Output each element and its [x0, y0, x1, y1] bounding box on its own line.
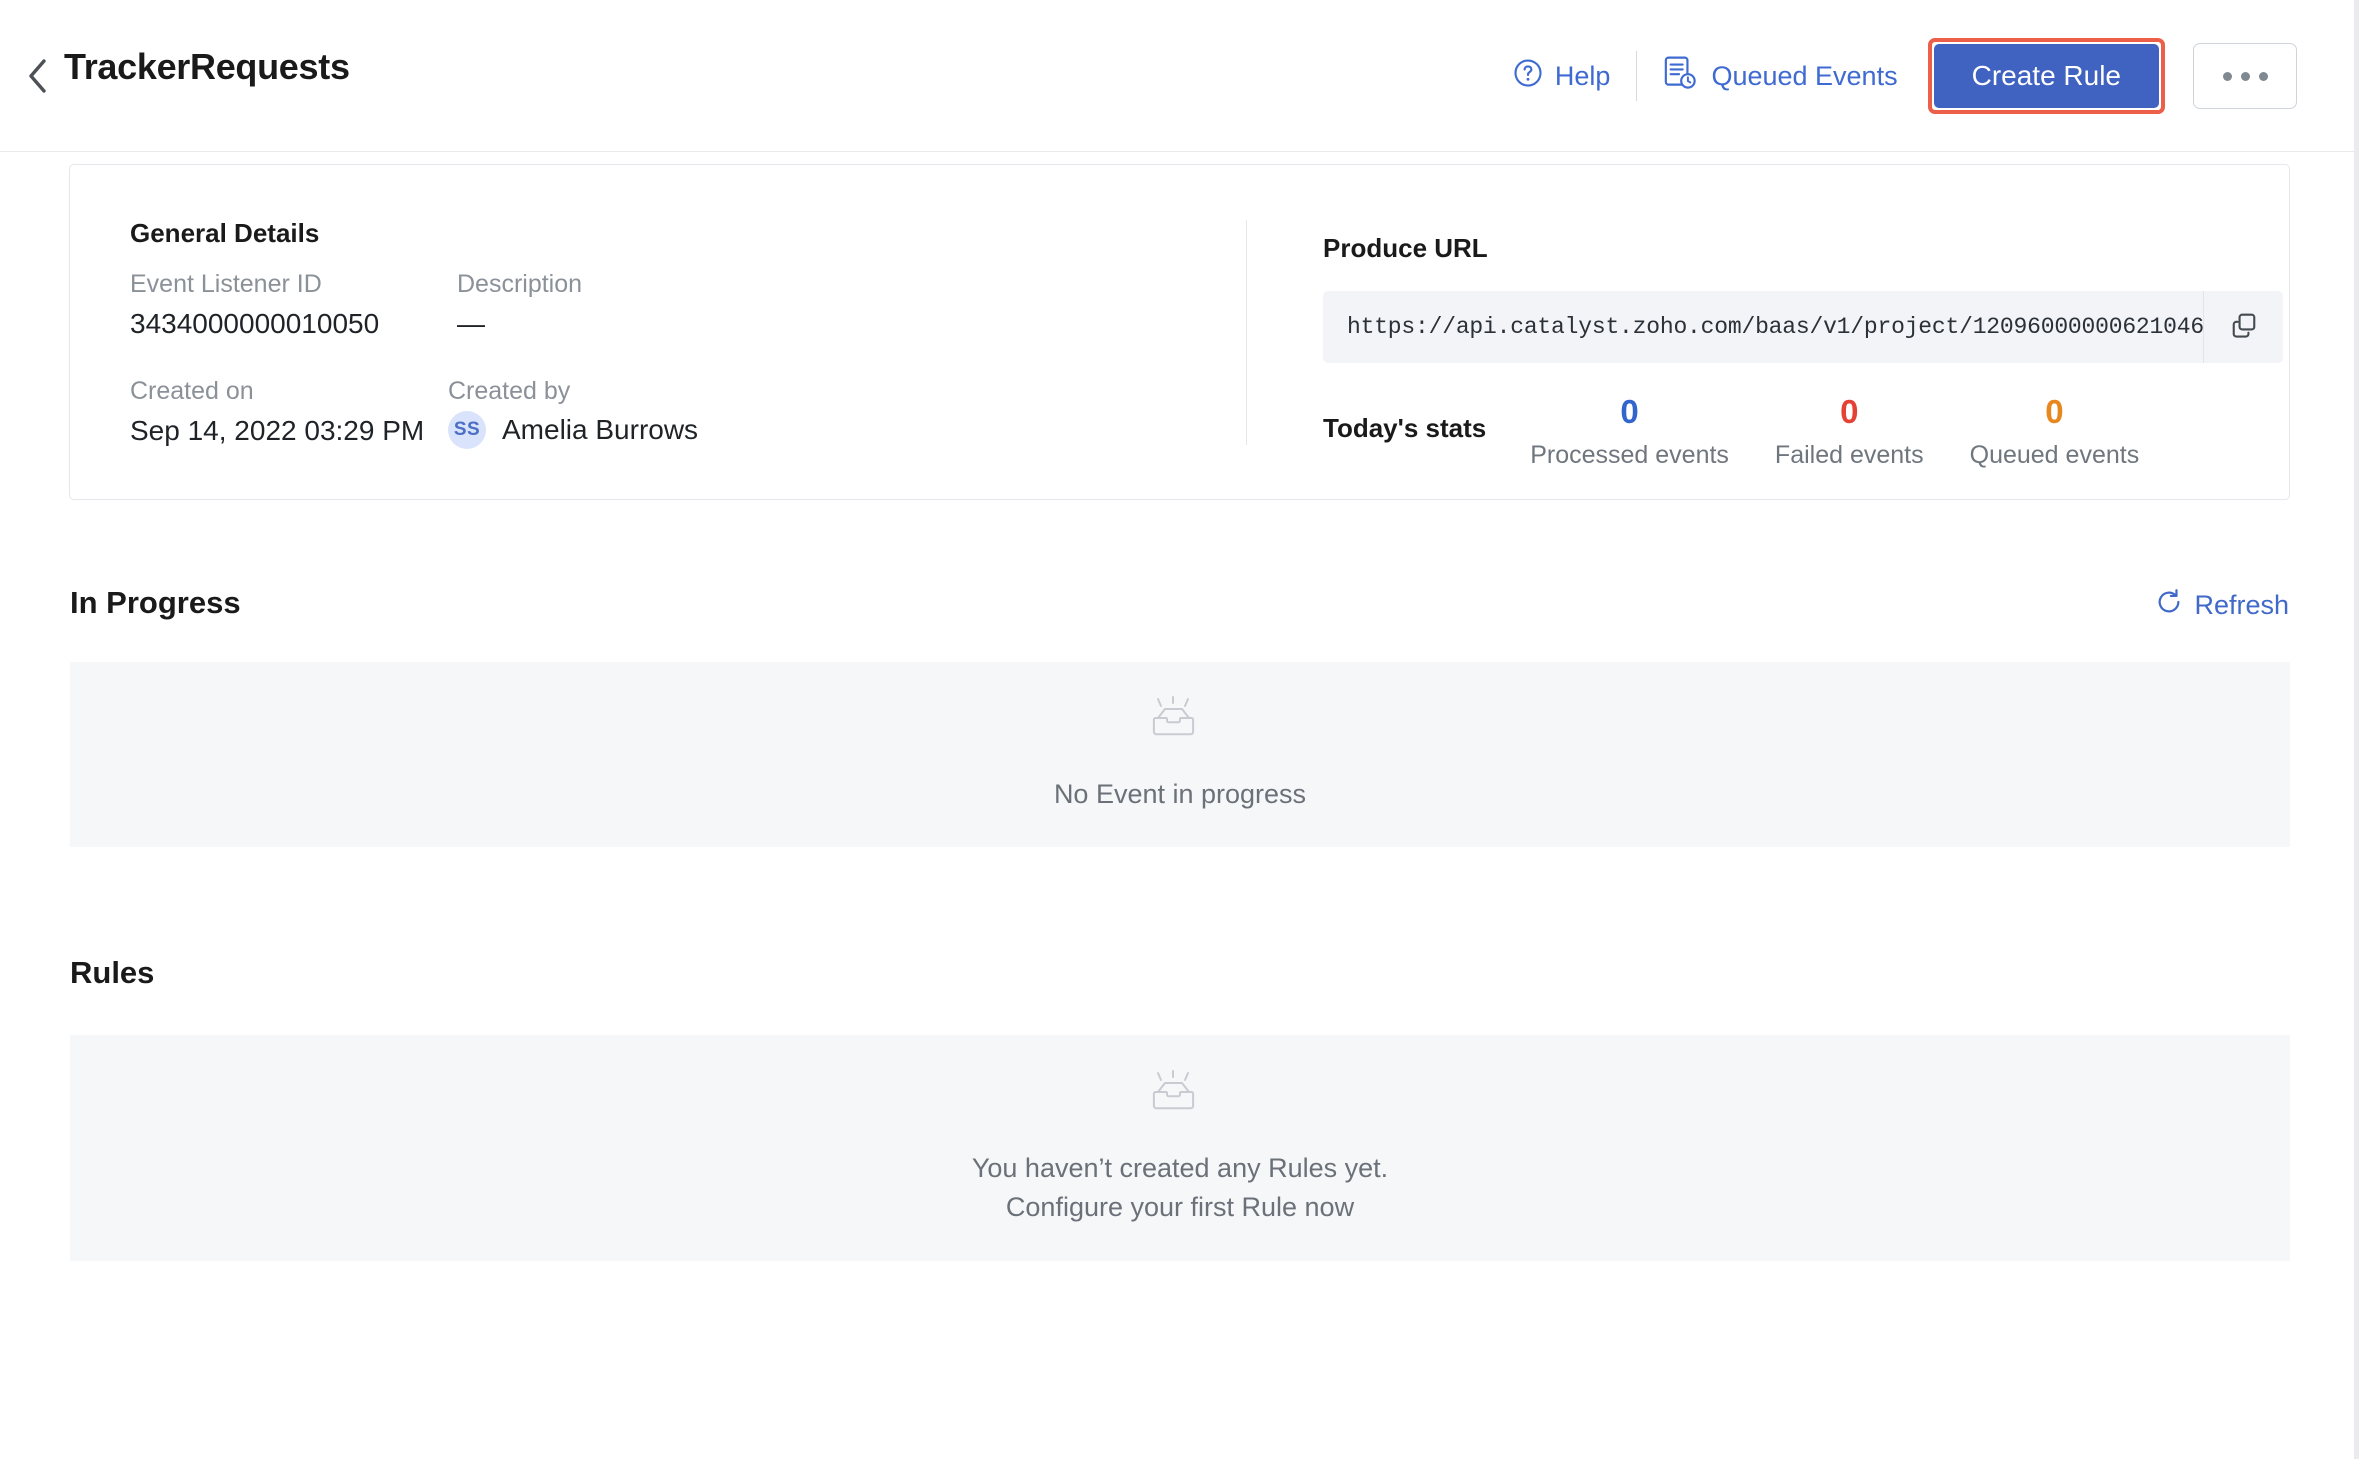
empty-tray-icon: [1149, 696, 1211, 753]
produce-url-label: Produce URL: [1323, 233, 1488, 264]
chevron-left-icon: [26, 58, 48, 94]
stat-queued-events: 0 Queued events: [1970, 393, 2140, 470]
queued-events-label: Queued Events: [1711, 61, 1897, 92]
stat-failed-value: 0: [1840, 393, 1858, 431]
general-details-title: General Details: [130, 218, 319, 249]
stat-failed-events: 0 Failed events: [1775, 393, 1924, 470]
copy-url-button[interactable]: [2203, 291, 2283, 363]
more-options-button[interactable]: [2193, 43, 2297, 109]
created-on-label: Created on: [130, 377, 254, 406]
document-clock-icon: [1663, 55, 1697, 98]
created-on-value: Sep 14, 2022 03:29 PM: [130, 415, 424, 447]
rules-empty-text-line1: You haven’t created any Rules yet.: [972, 1149, 1388, 1187]
general-details-right: Produce URL https://api.catalyst.zoho.co…: [1323, 165, 2283, 499]
created-by-value: Amelia Burrows: [502, 414, 698, 446]
header-divider: [1636, 51, 1637, 101]
todays-stats-title: Today's stats: [1323, 413, 1486, 470]
card-vertical-divider: [1246, 220, 1247, 445]
ellipsis-icon: [2223, 72, 2268, 81]
queued-events-button[interactable]: Queued Events: [1663, 55, 1897, 98]
help-label: Help: [1555, 61, 1611, 92]
page-header: TrackerRequests Help: [0, 0, 2359, 152]
stat-failed-label: Failed events: [1775, 441, 1924, 470]
description-label: Description: [457, 270, 582, 299]
rules-empty-text: You haven’t created any Rules yet. Confi…: [972, 1149, 1388, 1226]
help-button[interactable]: Help: [1513, 58, 1611, 95]
event-listener-id-label: Event Listener ID: [130, 270, 322, 299]
avatar: SS: [448, 411, 486, 449]
todays-stats: Today's stats 0 Processed events 0 Faile…: [1323, 393, 2185, 470]
refresh-button[interactable]: Refresh: [2155, 588, 2289, 623]
in-progress-empty-text: No Event in progress: [1054, 775, 1306, 813]
back-button[interactable]: [20, 55, 54, 97]
rules-empty-panel: You haven’t created any Rules yet. Confi…: [70, 1035, 2290, 1261]
created-by-label: Created by: [448, 377, 570, 406]
description-value: —: [457, 308, 485, 340]
question-circle-icon: [1513, 58, 1543, 95]
create-rule-highlight: Create Rule: [1928, 38, 2165, 114]
copy-icon: [2230, 311, 2258, 344]
refresh-label: Refresh: [2194, 590, 2289, 621]
window-right-edge: [2354, 0, 2359, 1459]
header-actions: Help Queued Events Create Rule: [1513, 0, 2359, 152]
stat-queued-value: 0: [2045, 393, 2063, 431]
create-rule-button[interactable]: Create Rule: [1934, 44, 2159, 108]
event-listener-id-value: 3434000000010050: [130, 308, 379, 340]
in-progress-empty-panel: No Event in progress: [70, 662, 2290, 847]
general-details-card: General Details Event Listener ID 343400…: [69, 164, 2290, 500]
stat-queued-label: Queued events: [1970, 441, 2140, 470]
rules-empty-text-line2: Configure your first Rule now: [972, 1188, 1388, 1226]
refresh-icon: [2155, 588, 2183, 623]
produce-url-value: https://api.catalyst.zoho.com/baas/v1/pr…: [1323, 314, 2203, 340]
in-progress-heading: In Progress: [70, 585, 241, 621]
stat-processed-events: 0 Processed events: [1530, 393, 1729, 470]
empty-tray-icon: [1149, 1070, 1211, 1127]
page-title: TrackerRequests: [64, 46, 350, 88]
stat-processed-value: 0: [1620, 393, 1638, 431]
rules-heading: Rules: [70, 955, 154, 991]
stat-processed-label: Processed events: [1530, 441, 1729, 470]
created-by-row: SS Amelia Burrows: [448, 411, 698, 449]
produce-url-field[interactable]: https://api.catalyst.zoho.com/baas/v1/pr…: [1323, 291, 2283, 363]
general-details-left: General Details Event Listener ID 343400…: [130, 165, 1240, 499]
